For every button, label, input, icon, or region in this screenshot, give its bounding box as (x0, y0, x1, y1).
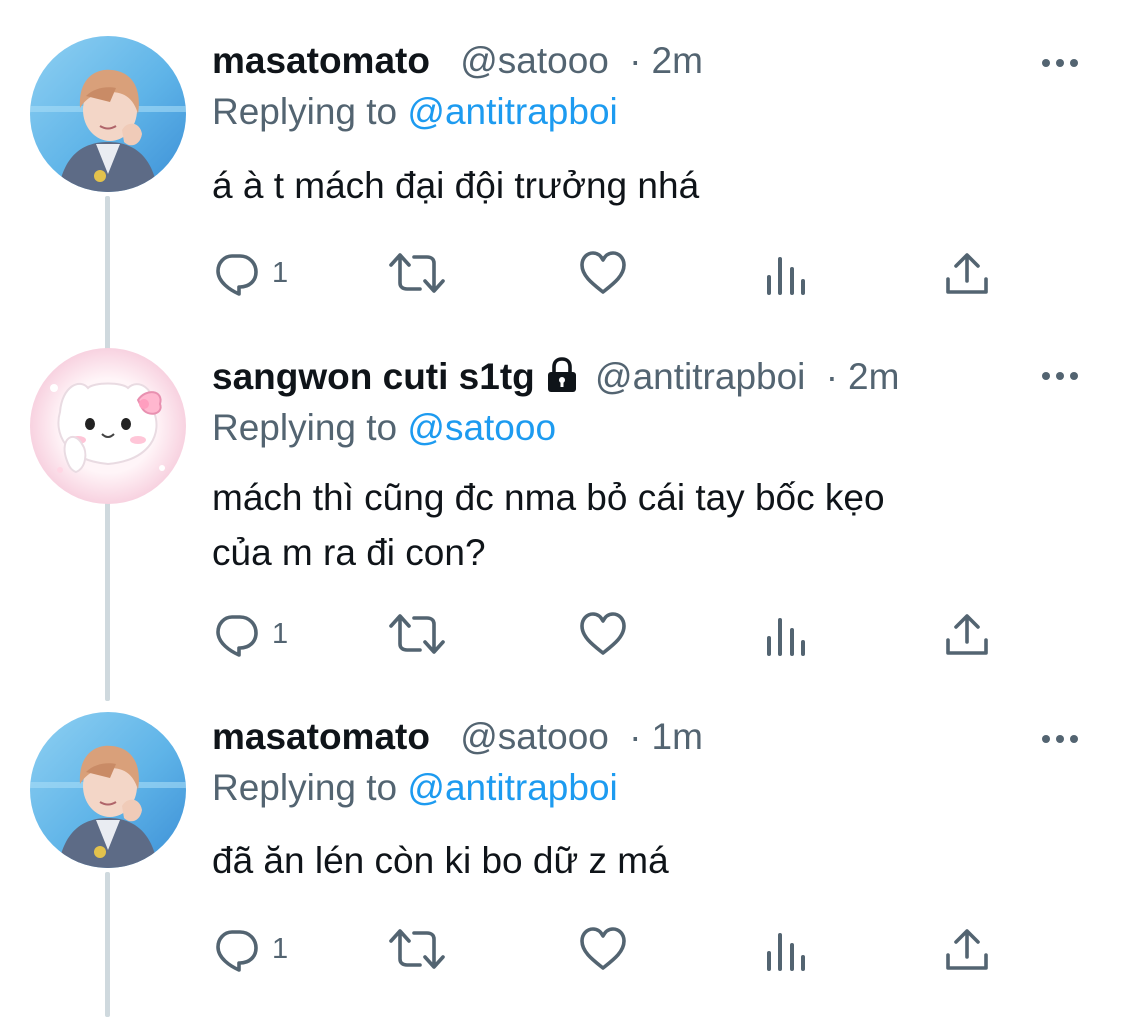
share-button[interactable] (944, 609, 990, 659)
mention-link[interactable]: @antitrapboi (407, 767, 617, 808)
handle[interactable]: @satooo (460, 40, 609, 81)
cat-avatar-icon (30, 348, 186, 504)
share-icon (946, 614, 988, 655)
tweet-text-line: của m ra đi con? (212, 532, 486, 573)
share-button[interactable] (944, 248, 990, 298)
analytics-button[interactable] (765, 248, 809, 298)
retweet-icon (389, 614, 445, 654)
reply-button[interactable]: 1 (212, 609, 288, 659)
reply-icon (216, 254, 258, 296)
retweet-icon (389, 929, 445, 969)
tweet-text: mách thì cũng đc nma bỏ cái tay bốc kẹo … (212, 470, 885, 580)
replying-to: Replying to @satooo (212, 407, 556, 449)
retweet-button[interactable] (387, 924, 447, 974)
avatar[interactable] (30, 712, 186, 868)
like-button[interactable] (578, 609, 628, 659)
tweet-text-line: đã ăn lén còn ki bo dữ z má (212, 840, 669, 881)
display-name[interactable]: masatomato (212, 40, 430, 81)
analytics-icon (767, 933, 805, 971)
replying-to-label: Replying to (212, 767, 408, 808)
replying-to-label: Replying to (212, 91, 408, 132)
more-icon (1042, 372, 1078, 380)
tweet-text-line: á à t mách đại đội trưởng nhá (212, 165, 700, 206)
display-name[interactable]: sangwon cuti s1tg (212, 356, 535, 397)
retweet-button[interactable] (387, 609, 447, 659)
meta-separator: · (825, 356, 839, 397)
tweet-text: đã ăn lén còn ki bo dữ z má (212, 833, 669, 888)
share-icon (946, 929, 988, 970)
tweet-header: masatomato @satooo · 1m (212, 712, 703, 762)
replying-to: Replying to @antitrapboi (212, 91, 618, 133)
timestamp[interactable]: 1m (652, 716, 703, 757)
replying-to: Replying to @antitrapboi (212, 767, 618, 809)
analytics-icon (767, 257, 805, 295)
tweet-header: sangwon cuti s1tg @antitrapboi · 2m (212, 352, 899, 402)
avatar[interactable] (30, 348, 186, 504)
tweet-actions: 1 (212, 248, 1012, 298)
thread-line (105, 872, 110, 1017)
heart-icon (580, 927, 626, 970)
mention-link[interactable]: @antitrapboi (407, 91, 617, 132)
tweet-text-line: mách thì cũng đc nma bỏ cái tay bốc kẹo (212, 477, 885, 518)
meta-separator: · (629, 716, 642, 757)
reply-button[interactable]: 1 (212, 924, 288, 974)
share-button[interactable] (944, 924, 990, 974)
retweet-icon (389, 253, 445, 293)
more-options-button[interactable] (1035, 36, 1085, 86)
tweet-text: á à t mách đại đội trưởng nhá (212, 158, 699, 213)
reply-icon (216, 930, 258, 972)
tweet-actions: 1 (212, 924, 1012, 974)
reply-icon (216, 615, 258, 657)
reply-count: 1 (272, 617, 289, 650)
analytics-button[interactable] (765, 609, 809, 659)
replying-to-label: Replying to (212, 407, 408, 448)
more-options-button[interactable] (1035, 712, 1085, 762)
like-button[interactable] (578, 248, 628, 298)
timestamp[interactable]: 2m (848, 356, 899, 397)
retweet-button[interactable] (387, 248, 447, 298)
meta-separator: · (629, 40, 642, 81)
heart-icon (580, 251, 626, 294)
display-name[interactable]: masatomato (212, 716, 430, 757)
mention-link[interactable]: @satooo (407, 407, 556, 448)
avatar[interactable] (30, 36, 186, 192)
lock-icon (543, 356, 581, 407)
more-options-button[interactable] (1035, 352, 1085, 402)
person-avatar-icon (30, 712, 186, 868)
person-avatar-icon (30, 36, 186, 192)
more-icon (1042, 59, 1078, 67)
tweet-header: masatomato @satooo · 2m (212, 36, 703, 86)
reply-button[interactable]: 1 (212, 248, 288, 298)
tweet-actions: 1 (212, 609, 1012, 659)
heart-icon (580, 612, 626, 655)
handle[interactable]: @antitrapboi (595, 356, 805, 397)
reply-count: 1 (272, 256, 289, 289)
analytics-icon (767, 618, 805, 656)
like-button[interactable] (578, 924, 628, 974)
handle[interactable]: @satooo (460, 716, 609, 757)
timestamp[interactable]: 2m (652, 40, 703, 81)
share-icon (946, 253, 988, 294)
reply-count: 1 (272, 932, 289, 965)
analytics-button[interactable] (765, 924, 809, 974)
more-icon (1042, 735, 1078, 743)
